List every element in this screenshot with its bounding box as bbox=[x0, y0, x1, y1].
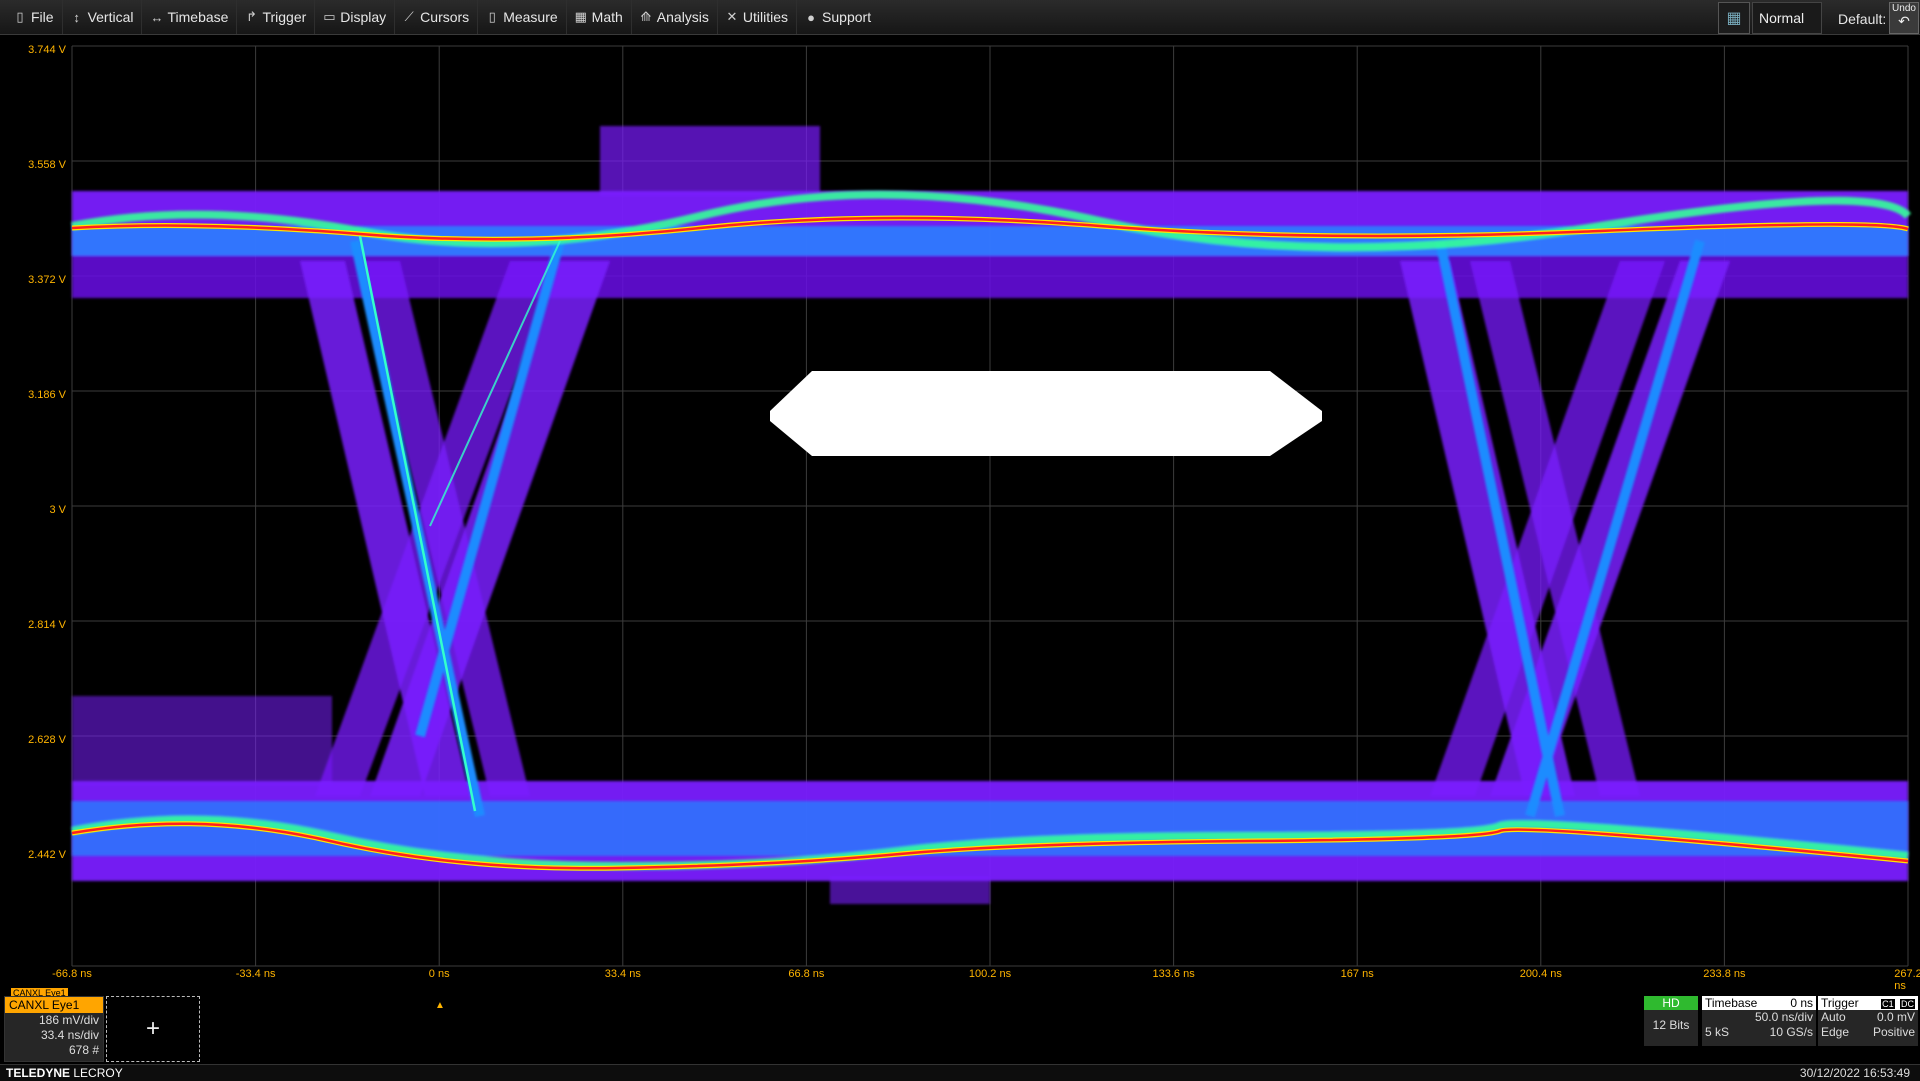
menu-label: Timebase bbox=[167, 9, 229, 25]
trigger-mode: Auto bbox=[1821, 1010, 1846, 1024]
eye-diagram bbox=[71, 45, 1912, 967]
status-footer: TELEDYNE LECROY 30/12/2022 16:53:49 bbox=[0, 1064, 1920, 1081]
add-trace-button[interactable]: + bbox=[106, 996, 200, 1062]
y-tick-label: 3.558 V bbox=[28, 159, 66, 171]
y-tick-label: 3.372 V bbox=[28, 274, 66, 286]
trigger-type: Edge bbox=[1821, 1025, 1850, 1039]
measure-icon: ▯ bbox=[488, 9, 496, 24]
menu-cursors[interactable]: ⟋ Cursors bbox=[395, 0, 479, 34]
menu-measure[interactable]: ▯ Measure bbox=[478, 0, 567, 34]
menu-label: Display bbox=[340, 9, 387, 25]
menu-label: File bbox=[31, 9, 54, 25]
bit-resolution: 12 Bits bbox=[1652, 1018, 1690, 1032]
menu-bar: ▯ File ↕ Vertical ↔ Timebase ↱ Trigger ▭ Display ⟋… bbox=[0, 0, 1920, 35]
menu-label: Vertical bbox=[87, 9, 134, 25]
menu-label: Measure bbox=[503, 9, 558, 25]
menu-label: Support bbox=[822, 9, 872, 25]
menu-label: Math bbox=[591, 9, 623, 25]
display-icon: ▭ bbox=[323, 9, 336, 24]
trigger-icon: ↱ bbox=[245, 9, 257, 24]
timebase-delay: 0 ns bbox=[1790, 996, 1813, 1010]
vertical-icon: ↕ bbox=[73, 9, 80, 25]
trigger-title: Trigger bbox=[1821, 996, 1859, 1010]
undo-icon: ↶ bbox=[1898, 13, 1910, 29]
eye-mask bbox=[770, 371, 1322, 456]
timebase-samples: 5 kS bbox=[1705, 1025, 1730, 1039]
x-tick-label: 233.8 ns bbox=[1703, 968, 1746, 980]
channel-descriptor[interactable]: CANXL Eye1 186 mV/div 33.4 ns/div 678 # bbox=[4, 996, 104, 1062]
menu-analysis[interactable]: ⟰ Analysis bbox=[632, 0, 718, 34]
x-tick-label: 100.2 ns bbox=[968, 968, 1012, 980]
x-tick-label: 167 ns bbox=[1340, 968, 1374, 980]
menu-display[interactable]: ▭ Display bbox=[315, 0, 396, 34]
timebase-icon: ↔ bbox=[150, 9, 164, 25]
timebase-descriptor[interactable]: Timebase 0 ns 50.0 ns/div 5 kS 10 GS/s bbox=[1702, 996, 1816, 1046]
trigger-source-badge: C1 bbox=[1881, 999, 1895, 1009]
menu-support[interactable]: ● Support bbox=[797, 0, 879, 34]
channel-count: 678 # bbox=[68, 1043, 99, 1057]
y-tick-label: 2.442 V bbox=[28, 849, 66, 861]
x-tick-label: 267.2 ns bbox=[1894, 968, 1920, 992]
x-tick-label: -66.8 ns bbox=[52, 968, 92, 980]
default-setup-label[interactable]: Default: bbox=[1838, 11, 1886, 27]
menu-label: Utilities bbox=[742, 9, 789, 25]
x-tick-label: -33.4 ns bbox=[235, 968, 276, 980]
channel-hdiv: 33.4 ns/div bbox=[40, 1028, 99, 1042]
menu-file[interactable]: ▯ File bbox=[6, 0, 63, 34]
plus-icon: + bbox=[145, 1015, 160, 1042]
trigger-coupling-badge: DC bbox=[1900, 999, 1915, 1009]
y-tick-label: 3.186 V bbox=[28, 389, 66, 401]
menu-label: Analysis bbox=[656, 9, 709, 25]
undo-button[interactable]: Undo ↶ bbox=[1889, 2, 1919, 34]
y-tick-label: 3 V bbox=[49, 504, 66, 516]
waveform-grid[interactable]: 3.744 V 3.558 V 3.372 V 3.186 V 3 V 2.814 V 2.… bbox=[0, 36, 1920, 1011]
x-tick-label: 66.8 ns bbox=[788, 968, 825, 980]
x-tick-label: 33.4 ns bbox=[604, 968, 641, 980]
analysis-icon: ⟰ bbox=[640, 9, 652, 24]
trigger-descriptor[interactable]: Trigger C1 DC Auto 0.0 mV Edge Positive bbox=[1818, 996, 1918, 1046]
timebase-rate: 50.0 ns/div bbox=[1754, 1010, 1813, 1024]
y-tick-label: 2.628 V bbox=[28, 734, 66, 746]
date-time: 30/12/2022 16:53:49 bbox=[1799, 1066, 1910, 1080]
cursors-icon: ⟋ bbox=[404, 9, 414, 24]
menu-trigger[interactable]: ↱ Trigger bbox=[237, 0, 316, 34]
trigger-slope: Positive bbox=[1872, 1025, 1915, 1039]
menu-math[interactable]: ▦ Math bbox=[567, 0, 632, 34]
menu-label: Trigger bbox=[262, 9, 307, 25]
main-menu: ▯ File ↕ Vertical ↔ Timebase ↱ Trigger ▭ Display ⟋… bbox=[6, 0, 879, 34]
y-tick-label: 2.814 V bbox=[28, 619, 66, 631]
timebase-sample-rate: 10 GS/s bbox=[1769, 1025, 1813, 1039]
y-tick-label: 3.744 V bbox=[28, 44, 66, 56]
math-icon: ▦ bbox=[574, 9, 587, 24]
hd-descriptor[interactable]: HD 12 Bits bbox=[1644, 996, 1698, 1046]
trigger-level: 0.0 mV bbox=[1876, 1010, 1915, 1024]
support-icon: ● bbox=[807, 9, 815, 25]
channel-name: CANXL Eye1 bbox=[5, 997, 103, 1013]
channel-vdiv: 186 mV/div bbox=[38, 1013, 99, 1027]
descriptor-bar: CANXL Eye1 186 mV/div 33.4 ns/div 678 # … bbox=[0, 992, 1920, 1064]
hd-badge: HD bbox=[1644, 996, 1698, 1010]
utilities-icon: ✕ bbox=[726, 9, 738, 24]
menu-timebase[interactable]: ↔ Timebase bbox=[142, 0, 238, 34]
menu-vertical[interactable]: ↕ Vertical bbox=[63, 0, 143, 34]
brand-logo: TELEDYNE LECROY bbox=[6, 1066, 123, 1080]
display-layout-icon[interactable]: ▦ bbox=[1718, 2, 1750, 34]
x-tick-label: 133.6 ns bbox=[1152, 968, 1195, 980]
menu-label: Cursors bbox=[420, 9, 470, 25]
x-tick-label: 200.4 ns bbox=[1519, 968, 1562, 980]
timebase-title: Timebase bbox=[1705, 996, 1758, 1010]
acquisition-mode: ▦ Normal bbox=[1718, 2, 1822, 34]
file-icon: ▯ bbox=[16, 9, 24, 24]
trigger-mode-select[interactable]: Normal bbox=[1752, 2, 1822, 34]
menu-utilities[interactable]: ✕ Utilities bbox=[718, 0, 798, 34]
x-tick-label: 0 ns bbox=[428, 968, 450, 980]
